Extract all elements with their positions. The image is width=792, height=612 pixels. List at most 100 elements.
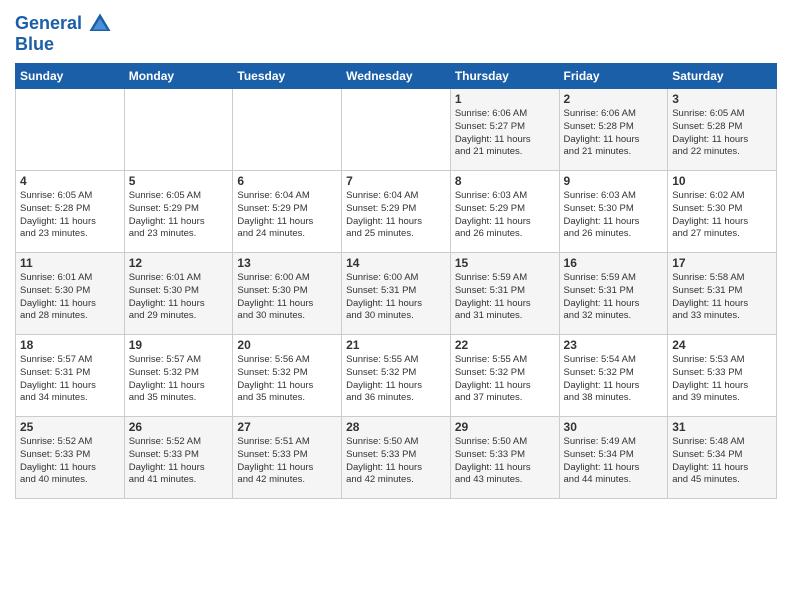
day-number: 28 [346,420,446,434]
weekday-header: Monday [124,64,233,89]
day-info: Sunrise: 5:55 AMSunset: 5:32 PMDaylight:… [455,354,555,405]
weekday-header: Wednesday [342,64,451,89]
calendar-cell: 16 Sunrise: 5:59 AMSunset: 5:31 PMDayligh… [559,253,668,335]
day-number: 29 [455,420,555,434]
day-number: 3 [672,92,772,106]
calendar-cell: 24 Sunrise: 5:53 AMSunset: 5:33 PMDayligh… [668,335,777,417]
calendar-cell: 1 Sunrise: 6:06 AMSunset: 5:27 PMDaylight… [450,89,559,171]
day-info: Sunrise: 5:59 AMSunset: 5:31 PMDaylight:… [455,272,555,323]
calendar-week: 1 Sunrise: 6:06 AMSunset: 5:27 PMDaylight… [16,89,777,171]
logo: General Blue [15,10,114,55]
day-number: 9 [564,174,664,188]
day-info: Sunrise: 6:02 AMSunset: 5:30 PMDaylight:… [672,190,772,241]
calendar-week: 25Sunrise: 5:52 AMSunset: 5:33 PMDayligh… [16,417,777,499]
calendar-cell [342,89,451,171]
day-info: Sunrise: 5:56 AMSunset: 5:32 PMDaylight:… [237,354,337,405]
calendar-cell: 23Sunrise: 5:54 AMSunset: 5:32 PMDayligh… [559,335,668,417]
day-number: 14 [346,256,446,270]
day-info: Sunrise: 5:49 AMSunset: 5:34 PMDaylight:… [564,436,664,487]
header: General Blue [15,10,777,55]
logo-text: General [15,14,82,34]
calendar-cell: 20 Sunrise: 5:56 AMSunset: 5:32 PMDayligh… [233,335,342,417]
calendar-week: 4 Sunrise: 6:05 AMSunset: 5:28 PMDaylight… [16,171,777,253]
day-info: Sunrise: 5:57 AMSunset: 5:31 PMDaylight:… [20,354,120,405]
calendar-cell: 11Sunrise: 6:01 AMSunset: 5:30 PMDayligh… [16,253,125,335]
calendar-cell [233,89,342,171]
day-info: Sunrise: 5:51 AMSunset: 5:33 PMDaylight:… [237,436,337,487]
day-info: Sunrise: 6:04 AMSunset: 5:29 PMDaylight:… [346,190,446,241]
calendar-cell: 21 Sunrise: 5:55 AMSunset: 5:32 PMDayligh… [342,335,451,417]
day-number: 23 [564,338,664,352]
day-number: 22 [455,338,555,352]
day-info: Sunrise: 6:05 AMSunset: 5:28 PMDaylight:… [672,108,772,159]
calendar-week: 18Sunrise: 5:57 AMSunset: 5:31 PMDayligh… [16,335,777,417]
calendar-week: 11 Sunrise: 6:01 AMSunset: 5:30 PMDayligh… [16,253,777,335]
day-number: 16 [564,256,664,270]
day-info: Sunrise: 6:05 AMSunset: 5:29 PMDaylight:… [129,190,229,241]
day-info: Sunrise: 5:55 AMSunset: 5:32 PMDaylight:… [346,354,446,405]
day-number: 20 [237,338,337,352]
calendar-cell: 9 Sunrise: 6:03 AMSunset: 5:30 PMDaylight… [559,171,668,253]
day-number: 19 [129,338,229,352]
weekday-header: Sunday [16,64,125,89]
calendar-cell: 5 Sunrise: 6:05 AMSunset: 5:29 PMDaylight… [124,171,233,253]
calendar-cell: 22 Sunrise: 5:55 AMSunset: 5:32 PMDayligh… [450,335,559,417]
day-info: Sunrise: 5:52 AMSunset: 5:33 PMDaylight:… [20,436,120,487]
calendar-cell: 6Sunrise: 6:04 AMSunset: 5:29 PMDaylight… [233,171,342,253]
day-info: Sunrise: 6:06 AMSunset: 5:28 PMDaylight:… [564,108,664,159]
day-number: 10 [672,174,772,188]
day-info: Sunrise: 6:05 AMSunset: 5:28 PMDaylight:… [20,190,120,241]
day-number: 12 [129,256,229,270]
day-info: Sunrise: 5:48 AMSunset: 5:34 PMDaylight:… [672,436,772,487]
calendar-cell: 31 Sunrise: 5:48 AMSunset: 5:34 PMDayligh… [668,417,777,499]
calendar-cell: 13 Sunrise: 6:00 AMSunset: 5:30 PMDayligh… [233,253,342,335]
weekday-header: Thursday [450,64,559,89]
day-number: 27 [237,420,337,434]
calendar-cell: 26 Sunrise: 5:52 AMSunset: 5:33 PMDayligh… [124,417,233,499]
day-info: Sunrise: 6:00 AMSunset: 5:30 PMDaylight:… [237,272,337,323]
weekday-header: Tuesday [233,64,342,89]
day-number: 4 [20,174,120,188]
calendar-cell: 4 Sunrise: 6:05 AMSunset: 5:28 PMDaylight… [16,171,125,253]
day-number: 11 [20,256,120,270]
day-info: Sunrise: 6:00 AMSunset: 5:31 PMDaylight:… [346,272,446,323]
day-info: Sunrise: 6:03 AMSunset: 5:30 PMDaylight:… [564,190,664,241]
day-number: 21 [346,338,446,352]
calendar-cell [16,89,125,171]
day-number: 13 [237,256,337,270]
day-info: Sunrise: 5:50 AMSunset: 5:33 PMDaylight:… [455,436,555,487]
day-number: 30 [564,420,664,434]
day-info: Sunrise: 6:01 AMSunset: 5:30 PMDaylight:… [129,272,229,323]
calendar-cell: 10 Sunrise: 6:02 AMSunset: 5:30 PMDayligh… [668,171,777,253]
calendar-cell: 30 Sunrise: 5:49 AMSunset: 5:34 PMDayligh… [559,417,668,499]
calendar-cell: 29 Sunrise: 5:50 AMSunset: 5:33 PMDayligh… [450,417,559,499]
day-number: 31 [672,420,772,434]
weekday-header: Friday [559,64,668,89]
day-number: 5 [129,174,229,188]
day-number: 24 [672,338,772,352]
calendar-cell: 8Sunrise: 6:03 AMSunset: 5:29 PMDaylight… [450,171,559,253]
calendar-cell: 2 Sunrise: 6:06 AMSunset: 5:28 PMDaylight… [559,89,668,171]
day-info: Sunrise: 5:58 AMSunset: 5:31 PMDaylight:… [672,272,772,323]
day-info: Sunrise: 6:06 AMSunset: 5:27 PMDaylight:… [455,108,555,159]
day-info: Sunrise: 6:03 AMSunset: 5:29 PMDaylight:… [455,190,555,241]
calendar-cell: 3 Sunrise: 6:05 AMSunset: 5:28 PMDaylight… [668,89,777,171]
day-info: Sunrise: 5:59 AMSunset: 5:31 PMDaylight:… [564,272,664,323]
day-info: Sunrise: 5:50 AMSunset: 5:33 PMDaylight:… [346,436,446,487]
calendar-table: SundayMondayTuesdayWednesdayThursdayFrid… [15,63,777,499]
day-number: 2 [564,92,664,106]
calendar-body: 1 Sunrise: 6:06 AMSunset: 5:27 PMDaylight… [16,89,777,499]
calendar-cell: 12 Sunrise: 6:01 AMSunset: 5:30 PMDayligh… [124,253,233,335]
day-number: 17 [672,256,772,270]
calendar-cell: 7Sunrise: 6:04 AMSunset: 5:29 PMDaylight… [342,171,451,253]
day-info: Sunrise: 5:53 AMSunset: 5:33 PMDaylight:… [672,354,772,405]
day-info: Sunrise: 6:04 AMSunset: 5:29 PMDaylight:… [237,190,337,241]
calendar-cell: 18Sunrise: 5:57 AMSunset: 5:31 PMDayligh… [16,335,125,417]
day-info: Sunrise: 5:52 AMSunset: 5:33 PMDaylight:… [129,436,229,487]
weekday-header: Saturday [668,64,777,89]
calendar-header: SundayMondayTuesdayWednesdayThursdayFrid… [16,64,777,89]
day-number: 1 [455,92,555,106]
day-info: Sunrise: 5:57 AMSunset: 5:32 PMDaylight:… [129,354,229,405]
calendar-cell: 14 Sunrise: 6:00 AMSunset: 5:31 PMDayligh… [342,253,451,335]
day-number: 26 [129,420,229,434]
